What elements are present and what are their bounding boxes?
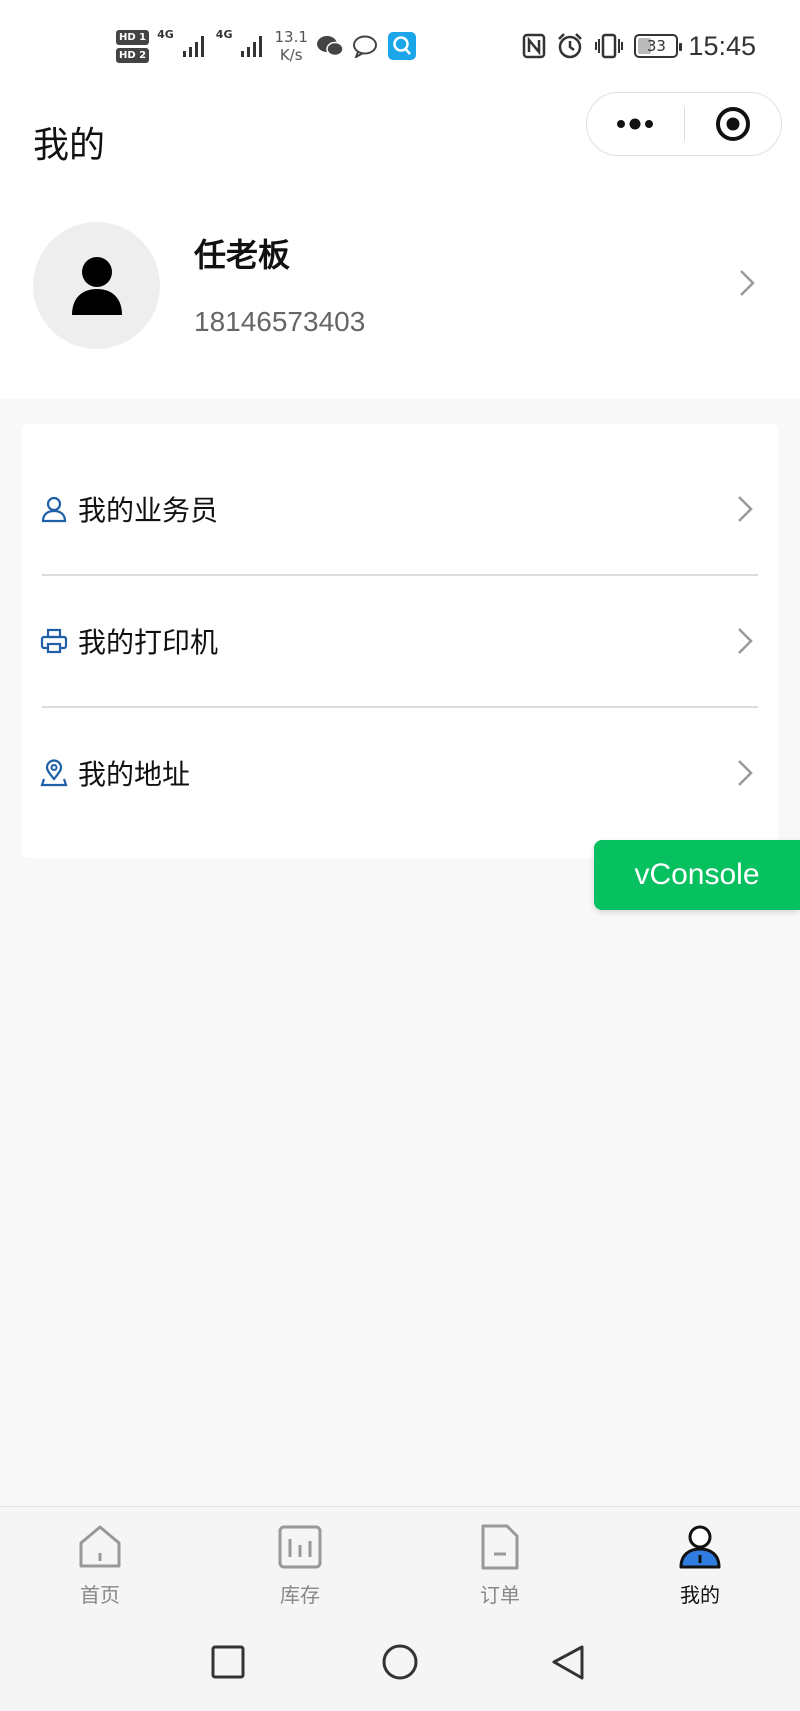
sim1-badge: HD 1 xyxy=(116,29,150,45)
inventory-icon xyxy=(278,1525,322,1569)
tab-label: 库存 xyxy=(280,1583,320,1607)
order-icon xyxy=(481,1524,519,1570)
user-phone: 18146573403 xyxy=(194,306,366,337)
search-app-icon xyxy=(387,32,416,60)
page-title: 我的 xyxy=(33,125,106,166)
user-icon xyxy=(679,1525,721,1569)
miniprogram-capsule xyxy=(586,92,782,156)
status-right: 33 15:45 xyxy=(522,28,756,64)
avatar[interactable] xyxy=(33,222,160,349)
profile-card[interactable]: 任老板 18146573403 xyxy=(0,184,800,399)
status-time: 15:45 xyxy=(688,30,756,61)
battery-level: 33 xyxy=(646,37,666,55)
menu-label: 我的业务员 xyxy=(78,494,219,527)
home-icon xyxy=(79,1525,121,1568)
signal-icon xyxy=(182,36,204,57)
printer-icon xyxy=(40,628,68,654)
tab-label: 订单 xyxy=(480,1583,520,1607)
alarm-icon xyxy=(558,33,583,59)
battery-indicator: 33 xyxy=(634,34,683,58)
chevron-right-icon xyxy=(738,496,753,522)
nav-bar: 我的 xyxy=(0,92,800,184)
tab-home[interactable]: 首页 xyxy=(0,1507,200,1626)
more-button[interactable] xyxy=(587,93,684,155)
tab-mine[interactable]: 我的 xyxy=(600,1507,800,1626)
sim2-badge: HD 2 xyxy=(116,47,150,63)
recents-square-icon[interactable] xyxy=(210,1644,246,1680)
menu-card: 我的业务员 我的打印机 我的地址 xyxy=(22,424,778,858)
signal-icon xyxy=(241,36,263,57)
tab-label: 我的 xyxy=(680,1583,720,1607)
target-icon xyxy=(715,107,750,141)
home-circle-icon[interactable] xyxy=(380,1644,420,1684)
back-triangle-icon[interactable] xyxy=(550,1644,586,1684)
tab-inventory[interactable]: 库存 xyxy=(200,1507,400,1626)
close-miniprogram-button[interactable] xyxy=(685,93,782,155)
status-left: HD 1 HD 2 4G 4G 13.1 K/s xyxy=(116,22,416,70)
network-type-2: 4G xyxy=(215,28,233,41)
tab-orders[interactable]: 订单 xyxy=(400,1507,600,1626)
location-icon xyxy=(40,759,68,787)
speed-value: 13.1 xyxy=(274,28,308,46)
network-type-1: 4G xyxy=(157,28,174,41)
wechat-icon xyxy=(316,36,344,57)
sim-indicators: HD 1 HD 2 xyxy=(116,29,150,63)
tab-bar: 首页 库存 订单 我的 xyxy=(0,1506,800,1626)
menu-label: 我的打印机 xyxy=(78,626,219,659)
status-bar: HD 1 HD 2 4G 4G 13.1 K/s 33 15:45 xyxy=(0,0,800,92)
menu-item-printer[interactable]: 我的打印机 xyxy=(22,575,778,707)
vibrate-icon xyxy=(595,33,624,59)
user-silhouette-icon xyxy=(71,256,122,315)
nfc-icon xyxy=(523,33,546,59)
user-name: 任老板 xyxy=(194,236,291,274)
chat-bubble-icon xyxy=(352,35,377,58)
chevron-right-icon xyxy=(738,760,753,786)
tab-label: 首页 xyxy=(80,1583,120,1607)
menu-item-address[interactable]: 我的地址 xyxy=(22,707,778,839)
chevron-right-icon xyxy=(740,270,755,296)
vconsole-button[interactable]: vConsole xyxy=(594,840,800,910)
network-speed: 13.1 K/s xyxy=(274,28,307,64)
system-nav-bar xyxy=(0,1626,800,1711)
menu-item-salesman[interactable]: 我的业务员 xyxy=(22,443,778,575)
menu-label: 我的地址 xyxy=(78,758,191,791)
more-dots-icon xyxy=(617,118,654,130)
speed-unit: K/s xyxy=(279,46,303,64)
person-icon xyxy=(41,496,67,523)
chevron-right-icon xyxy=(738,628,753,654)
